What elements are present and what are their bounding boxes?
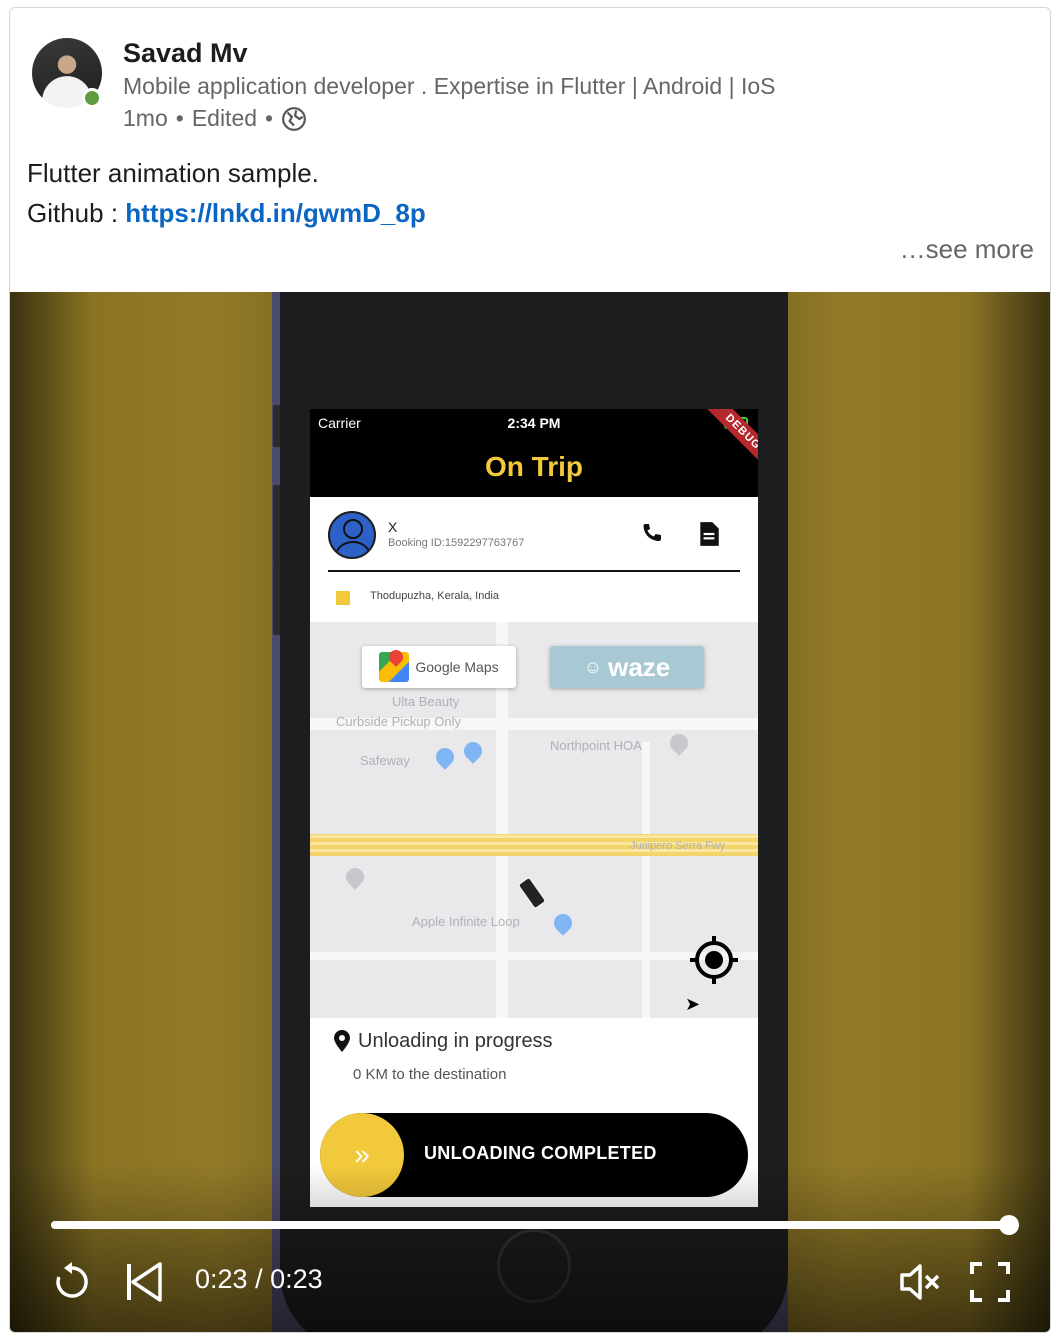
status-clock: 2:34 PM: [507, 415, 561, 431]
car-marker-icon: [516, 875, 548, 911]
waze-icon: ☺: [583, 656, 603, 677]
ios-status-bar: Carrier 2:34 PM: [310, 409, 758, 437]
map-label: Ulta Beauty: [392, 694, 460, 709]
map-label: Northpoint HOA: [550, 738, 642, 753]
video-player[interactable]: Carrier 2:34 PM On Trip DEBUG X Booking …: [10, 292, 1050, 1332]
map-road: [642, 742, 650, 1018]
distance-to-destination: 0 KM to the destination: [353, 1066, 507, 1083]
trip-card: X Booking ID:1592297763767 Thodupuzha, K…: [310, 497, 758, 622]
slide-label: UNLOADING COMPLETED: [424, 1143, 657, 1163]
video-progress-fill: [51, 1221, 1009, 1229]
video-progress-bar[interactable]: [51, 1215, 1019, 1235]
map-label: Apple Infinite Loop: [412, 914, 520, 929]
fullscreen-icon[interactable]: [968, 1260, 1012, 1304]
map-label: Safeway: [360, 753, 410, 768]
booking-id: Booking ID:1592297763767: [388, 537, 525, 549]
map-pin-icon: [342, 864, 368, 890]
online-status-dot: [82, 88, 102, 108]
map-label: Curbside Pickup Only: [336, 714, 461, 729]
controls-shade: [10, 1164, 1050, 1332]
map-pin-icon: [550, 910, 576, 936]
see-more-button[interactable]: …see more: [900, 234, 1034, 265]
trip-map[interactable]: Ulta Beauty Curbside Pickup Only Safeway…: [310, 622, 758, 1018]
video-time: 0:23 / 0:23: [195, 1264, 323, 1294]
post-meta: 1mo • Edited •: [123, 105, 307, 132]
passenger-name: X: [388, 519, 398, 535]
google-maps-button[interactable]: Google Maps: [362, 646, 516, 688]
globe-icon: [282, 106, 307, 131]
post-card: Savad Mv Mobile application developer . …: [9, 7, 1051, 1333]
google-maps-label: Google Maps: [415, 659, 499, 675]
mouse-cursor-icon: ➤: [685, 994, 701, 1014]
replay-icon[interactable]: [50, 1260, 94, 1304]
app-header: On Trip: [310, 437, 758, 497]
pickup-address: Thodupuzha, Kerala, India: [370, 590, 500, 602]
video-progress-thumb[interactable]: [999, 1215, 1019, 1235]
app-screen: Carrier 2:34 PM On Trip DEBUG X Booking …: [310, 409, 758, 1207]
meta-separator: •: [265, 105, 274, 131]
mute-icon[interactable]: [898, 1260, 942, 1304]
skip-back-icon[interactable]: [122, 1260, 166, 1304]
pickup-marker: [336, 591, 350, 605]
map-pin-icon: [666, 730, 692, 756]
post-text: Flutter animation sample. Github : https…: [27, 153, 426, 233]
post-time: 1mo: [123, 105, 168, 131]
locate-icon[interactable]: [688, 934, 740, 986]
post-caption: Flutter animation sample.: [27, 158, 319, 188]
post-link-line: Github : https://lnkd.in/gwmD_8p: [27, 193, 426, 233]
duration: 0:23: [270, 1264, 323, 1294]
passenger-avatar-icon: [328, 511, 376, 559]
map-label: Junipero Serra Fwy: [630, 840, 726, 852]
github-label: Github :: [27, 198, 126, 228]
pin-icon: [334, 1030, 350, 1052]
edited-label: Edited: [191, 105, 258, 131]
map-pin-icon: [460, 738, 486, 764]
waze-button[interactable]: ☺ waze: [550, 646, 704, 688]
trip-divider: [328, 570, 740, 572]
map-pin-icon: [432, 744, 458, 770]
waze-label: waze: [608, 651, 671, 682]
meta-separator: •: [175, 105, 184, 131]
github-link[interactable]: https://lnkd.in/gwmD_8p: [125, 198, 425, 228]
google-maps-icon: [379, 652, 410, 682]
current-time: 0:23: [195, 1264, 248, 1294]
phone-icon[interactable]: [640, 521, 664, 545]
author-name[interactable]: Savad Mv: [123, 38, 248, 69]
app-title: On Trip: [485, 451, 583, 482]
note-icon[interactable]: [698, 521, 720, 547]
author-headline: Mobile application developer . Expertise…: [123, 73, 776, 99]
trip-status: Unloading in progress: [358, 1030, 553, 1052]
